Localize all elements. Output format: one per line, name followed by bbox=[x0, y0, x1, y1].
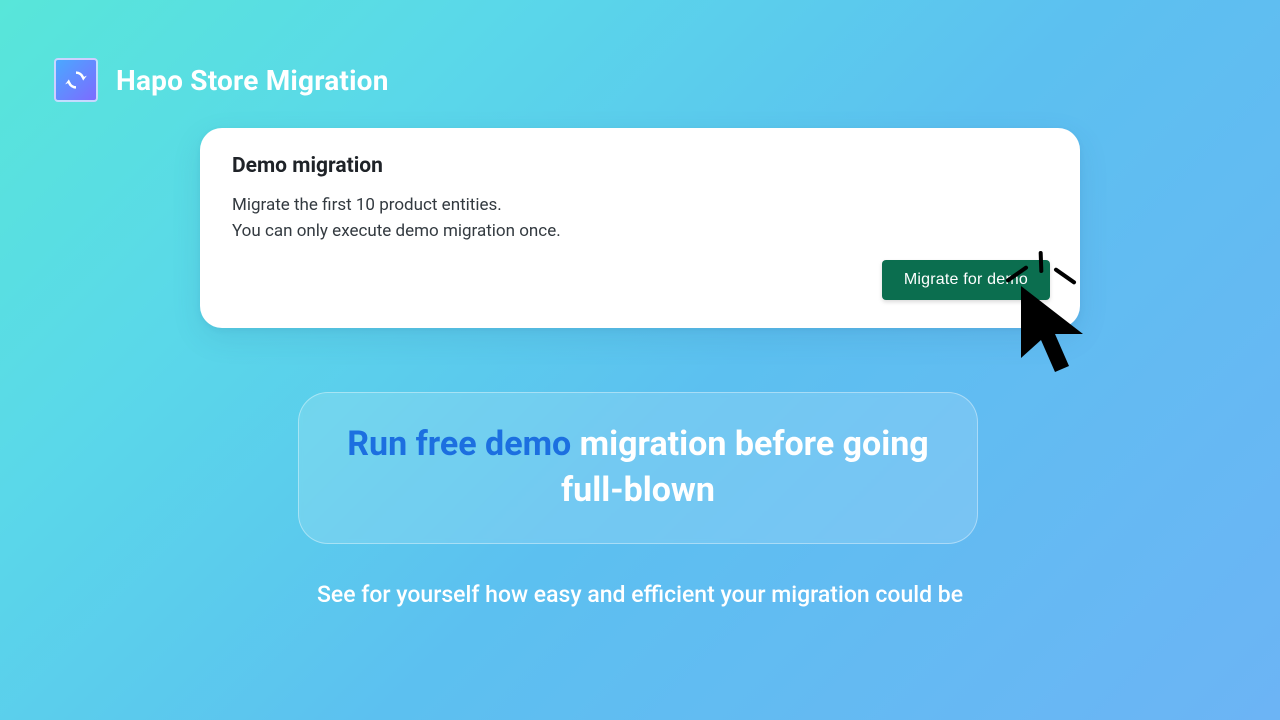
card-description-line1: Migrate the first 10 product entities. bbox=[232, 192, 1048, 218]
tagline-rest: migration before going full-blown bbox=[561, 424, 929, 510]
refresh-sync-icon bbox=[63, 67, 89, 93]
tagline-pill: Run free demo migration before going ful… bbox=[298, 392, 978, 544]
promo-canvas: Hapo Store Migration Demo migration Migr… bbox=[0, 0, 1280, 720]
brand-title: Hapo Store Migration bbox=[116, 64, 389, 97]
sub-tagline: See for yourself how easy and efficient … bbox=[0, 578, 1280, 611]
tagline-accent: Run free demo bbox=[347, 424, 571, 464]
card-description-line2: You can only execute demo migration once… bbox=[232, 218, 1048, 244]
brand-header: Hapo Store Migration bbox=[54, 58, 389, 102]
brand-logo bbox=[54, 58, 98, 102]
tagline-text: Run free demo migration before going ful… bbox=[335, 422, 941, 514]
migrate-for-demo-button[interactable]: Migrate for demo bbox=[882, 260, 1050, 300]
card-title: Demo migration bbox=[232, 154, 1048, 178]
demo-migration-card: Demo migration Migrate the first 10 prod… bbox=[200, 128, 1080, 328]
